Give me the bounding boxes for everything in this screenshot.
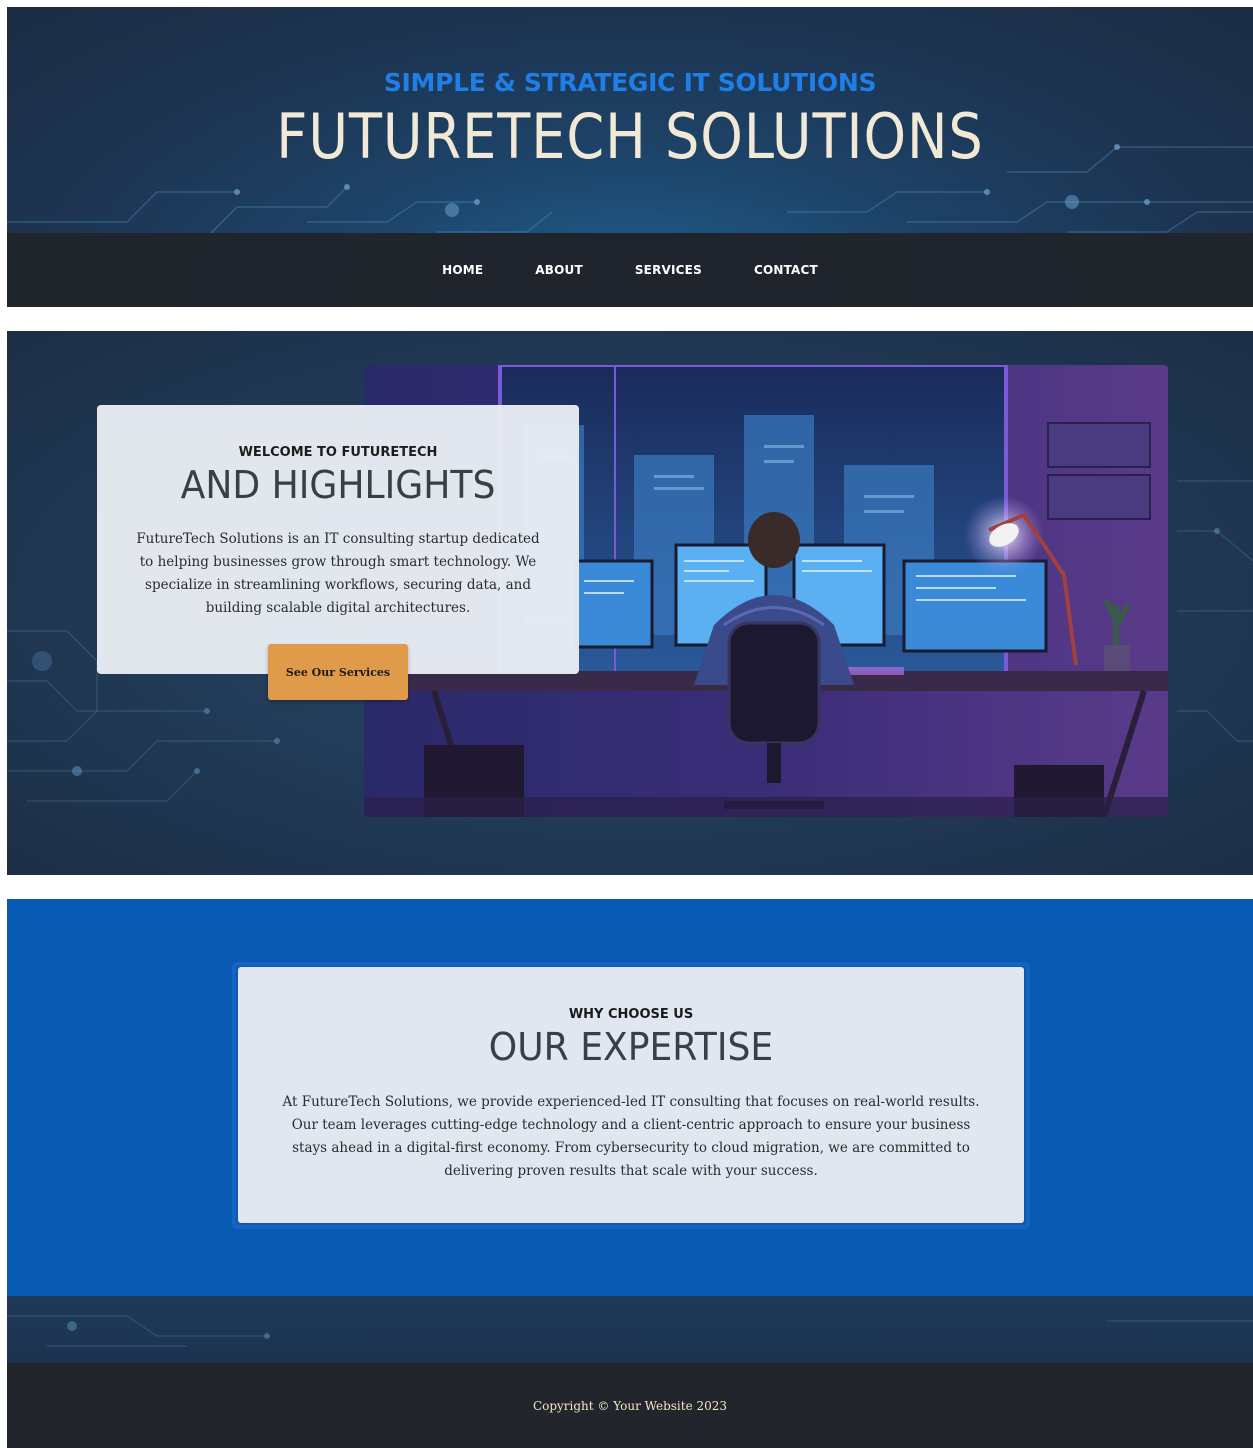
- site-tagline: SIMPLE & STRATEGIC IT SOLUTIONS: [383, 68, 877, 97]
- expertise-card: WHY CHOOSE US OUR EXPERTISE At FutureTec…: [238, 967, 1024, 1223]
- welcome-section: WELCOME TO FUTURETECH AND HIGHLIGHTS Fut…: [7, 331, 1253, 875]
- expertise-text: At FutureTech Solutions, we provide expe…: [282, 1094, 980, 1179]
- welcome-text: FutureTech Solutions is an IT consulting…: [136, 531, 540, 616]
- nav-link-about[interactable]: ABOUT: [535, 263, 583, 277]
- welcome-card: WELCOME TO FUTURETECH AND HIGHLIGHTS Fut…: [97, 405, 579, 674]
- copyright-text: Copyright © Your Website 2023: [532, 1398, 728, 1413]
- site-header: SIMPLE & STRATEGIC IT SOLUTIONS FUTURETE…: [7, 7, 1253, 307]
- nav-link-contact[interactable]: CONTACT: [754, 263, 818, 277]
- welcome-kicker: WELCOME TO FUTURETECH: [238, 445, 438, 460]
- site-footer: Copyright © Your Website 2023: [7, 1363, 1253, 1448]
- nav-link-home[interactable]: HOME: [442, 263, 483, 277]
- nav-link-services[interactable]: SERVICES: [635, 263, 702, 277]
- expertise-kicker: WHY CHOOSE US: [568, 1007, 694, 1022]
- see-our-services-button[interactable]: See Our Services: [268, 644, 408, 700]
- circuit-background-graphic: [7, 1315, 1253, 1347]
- welcome-heading: AND HIGHLIGHTS: [180, 463, 496, 507]
- site-title: FUTURETECH SOLUTIONS: [276, 100, 984, 173]
- main-nav: HOME ABOUT SERVICES CONTACT: [7, 233, 1253, 307]
- expertise-heading: OUR EXPERTISE: [488, 1025, 774, 1069]
- circuit-band: [7, 1296, 1253, 1363]
- expertise-section: WHY CHOOSE US OUR EXPERTISE At FutureTec…: [7, 899, 1253, 1296]
